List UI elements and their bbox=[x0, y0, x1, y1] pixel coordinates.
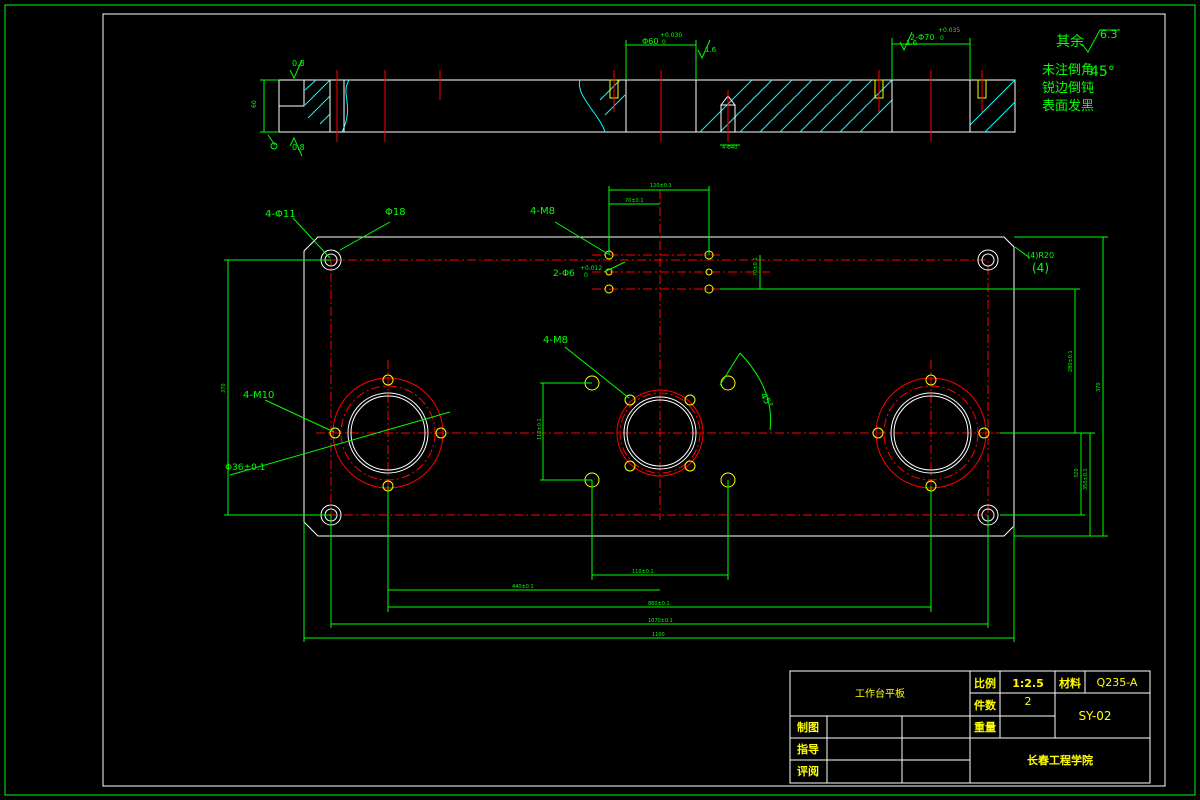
weight-label: 重量 bbox=[974, 720, 996, 734]
surface-note-line3: 表面发黑 bbox=[1042, 98, 1094, 114]
title-block: 工作台平板 比例 1:2.5 材料 Q235-A 件数 2 SY-02 重量 制… bbox=[789, 670, 1151, 784]
roughness-left-bottom: 0.8 bbox=[292, 143, 305, 152]
right-dimensions bbox=[720, 236, 1108, 537]
label-phi36: Φ36±0.1 bbox=[225, 463, 265, 473]
dim-bore-right: 2-Φ70 bbox=[910, 33, 934, 42]
surface-note-prefix: 其余 bbox=[1056, 33, 1084, 50]
surface-note-roughness: 6.3 bbox=[1100, 28, 1118, 41]
plan-view: 4-Φ11 Φ18 4-M8 2-Φ6 +0.012 0 4-M8 4-M10 … bbox=[221, 183, 1108, 642]
dim-mid-square-v: 110±0.1 bbox=[537, 418, 543, 440]
label-2-phi6-tol-lower: 0 bbox=[584, 272, 588, 279]
dim-bore-right-tol-upper: +0.035 bbox=[938, 27, 960, 34]
qty-label: 件数 bbox=[974, 698, 997, 712]
surface-note: 其余 6.3 未注倒角 45° 锐边倒钝 表面发黑 bbox=[1042, 28, 1120, 114]
label-angle: 45° bbox=[757, 392, 774, 411]
surface-note-angle: 45° bbox=[1090, 64, 1115, 80]
part-name: 工作台平板 bbox=[855, 687, 905, 700]
dim-pin: 4-Φ40 bbox=[722, 145, 737, 151]
review-label: 评阅 bbox=[797, 764, 819, 778]
break-line-right bbox=[578, 79, 606, 133]
drawn-label: 制图 bbox=[797, 720, 819, 734]
label-corner-radius: (4)R20 bbox=[1027, 251, 1054, 260]
left-dimension bbox=[224, 259, 331, 516]
dim-bottom-2: 880±0.1 bbox=[648, 601, 670, 607]
roughness-bore-left: 1.6 bbox=[705, 46, 717, 54]
roughness-left-top: 0.8 bbox=[292, 59, 305, 68]
scale-label: 比例 bbox=[974, 676, 996, 690]
guide-label: 指导 bbox=[797, 742, 819, 756]
front-plate-outline bbox=[278, 79, 1016, 133]
dim-right-b: 320 bbox=[1074, 468, 1080, 478]
label-4-m8-top: 4-M8 bbox=[530, 206, 555, 217]
label-4-phi11: 4-Φ11 bbox=[265, 209, 296, 220]
dim-bottom-4: 1100 bbox=[652, 632, 665, 638]
drawing-number: SY-02 bbox=[1078, 709, 1111, 723]
dim-bottom-3: 1070±0.1 bbox=[648, 618, 673, 624]
dim-bottom-1: 440±0.1 bbox=[512, 584, 534, 590]
surface-note-line2: 锐边倒钝 bbox=[1042, 81, 1094, 96]
label-2-phi6: 2-Φ6 bbox=[553, 269, 575, 279]
label-phi18: Φ18 bbox=[385, 207, 406, 218]
dim-height: 60 bbox=[251, 100, 258, 108]
label-corner-chamfer: (4) bbox=[1032, 261, 1049, 275]
qty-value: 2 bbox=[1025, 695, 1032, 708]
dim-bore-left-tol-upper: +0.030 bbox=[660, 32, 682, 39]
material-label: 材料 bbox=[1059, 676, 1081, 690]
dim-right-a: 280±0.1 bbox=[1068, 350, 1074, 372]
dim-left-height: 370 bbox=[221, 383, 227, 393]
material-value: Q235-A bbox=[1097, 676, 1138, 689]
drawing-canvas: 0.8 0.8 1.6 1.6 Φ60 +0.030 0 2-Φ70 +0.03… bbox=[4, 4, 1196, 796]
school-name: 长春工程学院 bbox=[1027, 753, 1093, 767]
break-line-left bbox=[341, 79, 350, 133]
scale-value: 1:2.5 bbox=[1012, 677, 1044, 690]
dim-top-inner: 70±0.1 bbox=[625, 198, 644, 204]
surface-note-line1: 未注倒角 bbox=[1042, 63, 1094, 78]
label-2-phi6-tol-upper: +0.012 bbox=[580, 265, 602, 272]
label-4-m10: 4-M10 bbox=[243, 390, 274, 401]
dim-bore-right-tol-lower: 0 bbox=[940, 35, 944, 42]
dim-bore-left-tol-lower: 0 bbox=[662, 39, 666, 46]
dim-mid-square: 110±0.1 bbox=[632, 569, 654, 575]
dim-top-outer: 120±0.1 bbox=[650, 183, 672, 189]
dim-right-d: 370 bbox=[1096, 382, 1102, 392]
left-step bbox=[278, 79, 305, 107]
dim-bore-left: Φ60 bbox=[642, 37, 658, 46]
label-4-m8-mid: 4-M8 bbox=[543, 335, 568, 346]
plan-plate-outline bbox=[303, 236, 1015, 537]
section-hatching bbox=[599, 79, 1016, 133]
dim-right-c: 350±0.1 bbox=[1083, 468, 1089, 490]
front-section-view: 0.8 0.8 1.6 1.6 Φ60 +0.030 0 2-Φ70 +0.03… bbox=[251, 27, 1016, 157]
dim-top-vert: 70±0.1 bbox=[753, 257, 759, 276]
